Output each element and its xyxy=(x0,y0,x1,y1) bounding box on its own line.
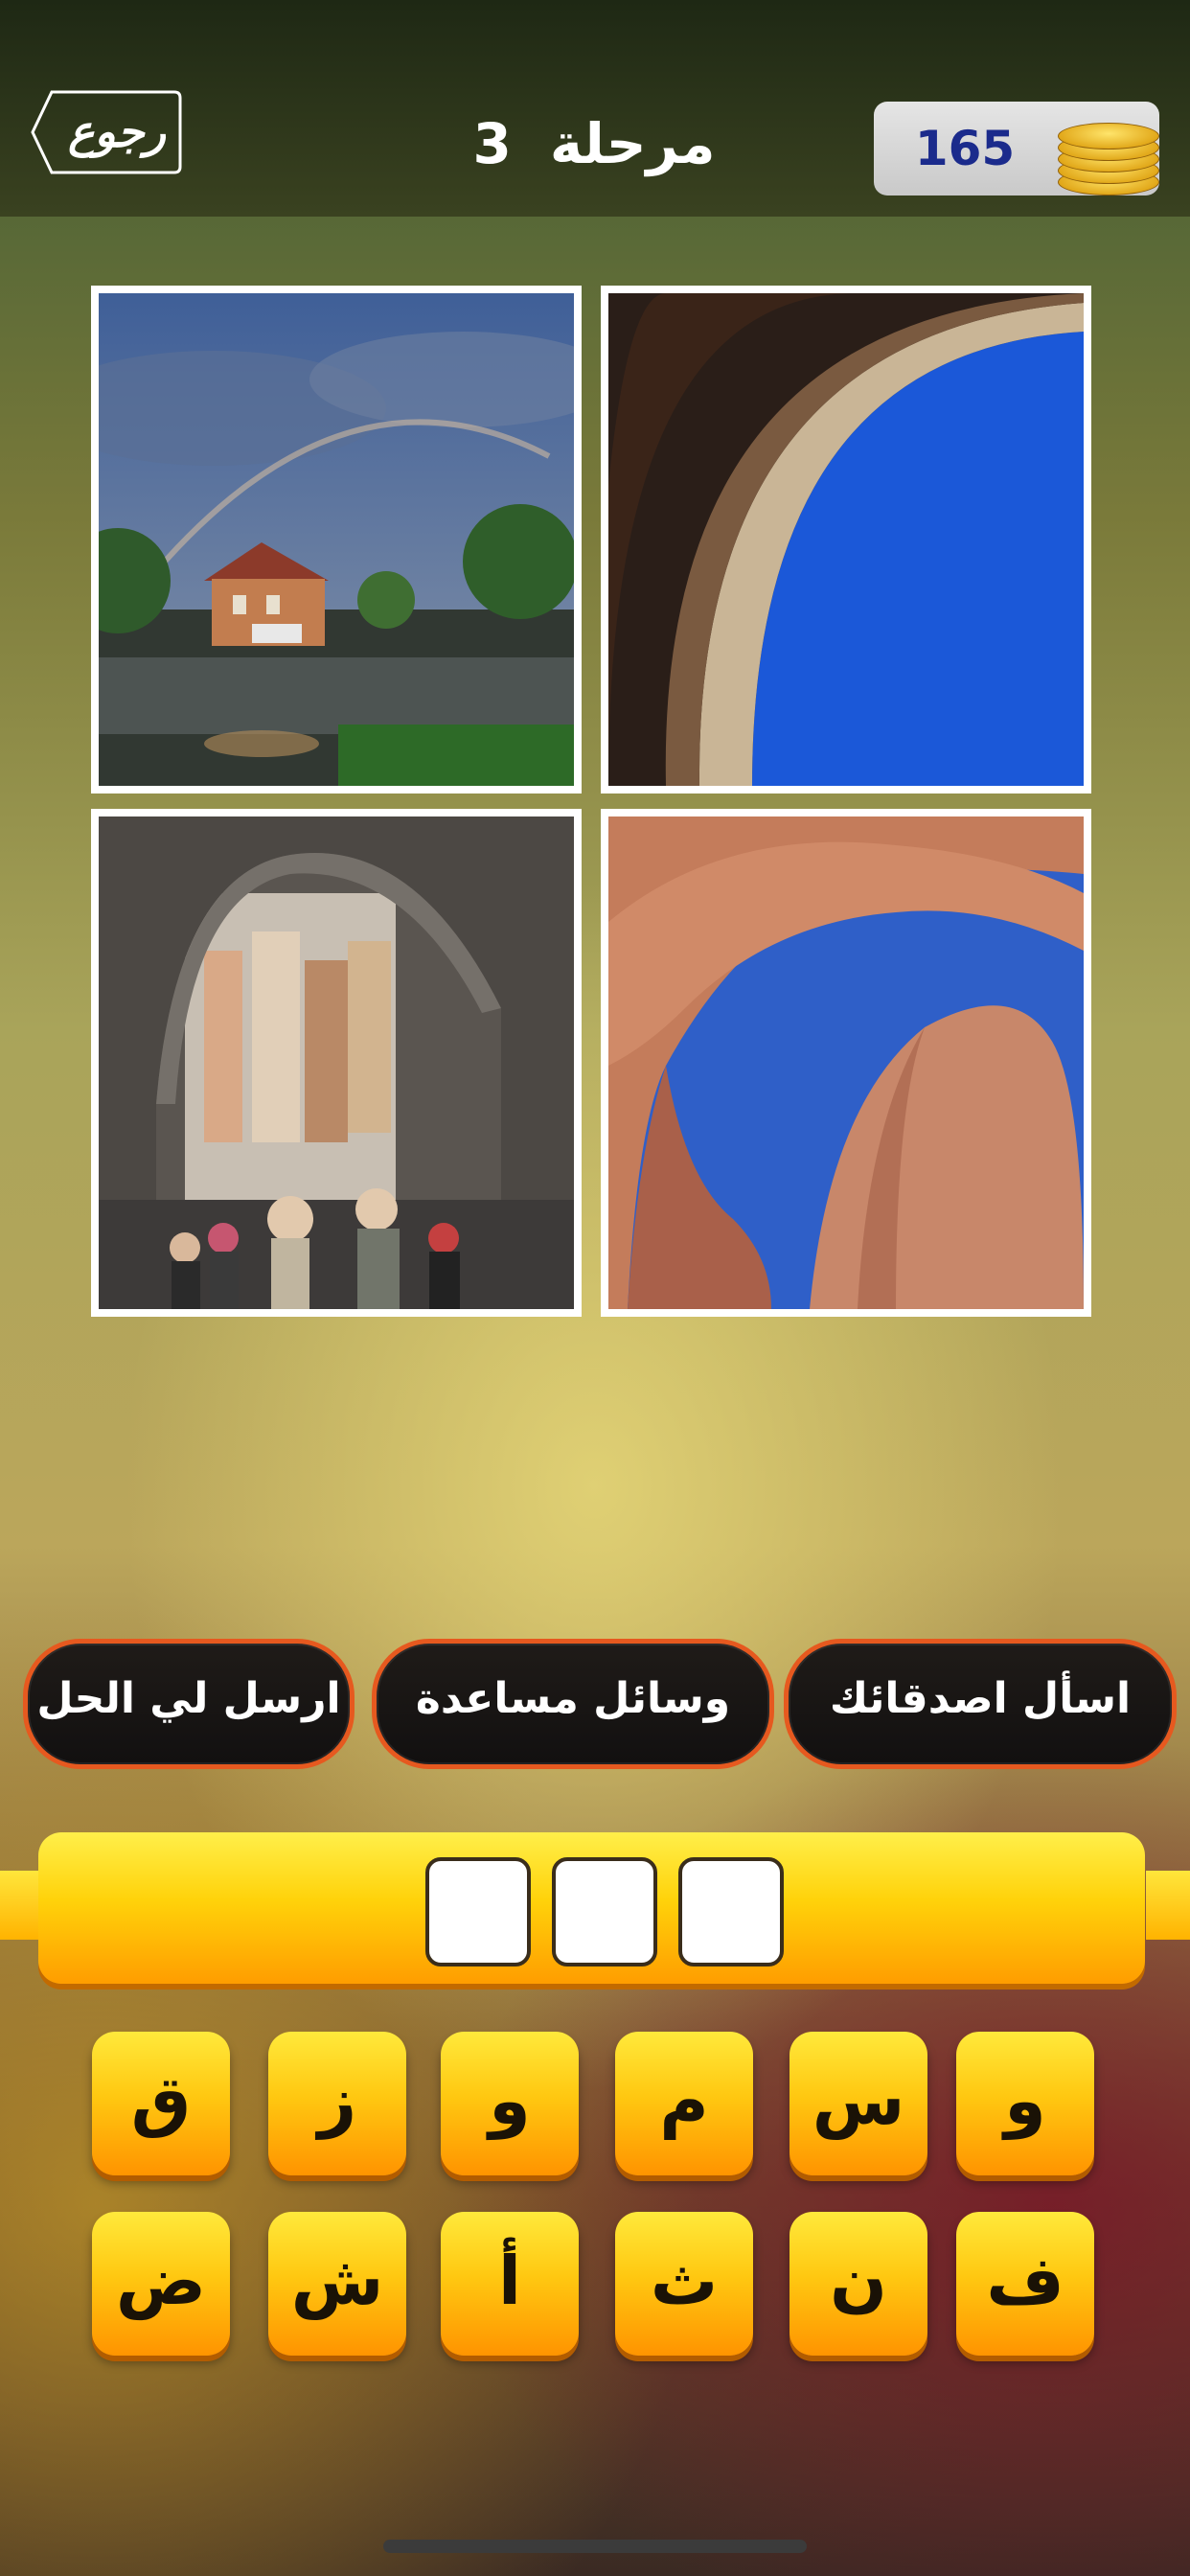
back-button[interactable]: رجوع xyxy=(29,88,184,176)
letter-key[interactable]: ف xyxy=(956,2212,1094,2356)
letter-key[interactable]: ض xyxy=(92,2212,230,2356)
ask-friends-button[interactable]: اسأل اصدقائك xyxy=(784,1639,1177,1769)
back-label: رجوع xyxy=(68,105,166,157)
home-indicator[interactable] xyxy=(383,2540,807,2553)
coins-counter[interactable]: 165 xyxy=(874,102,1159,196)
send-solution-button[interactable]: ارسل لي الحل xyxy=(23,1639,355,1769)
letter-key[interactable]: ن xyxy=(790,2212,927,2356)
letter-key[interactable]: ث xyxy=(615,2212,753,2356)
letter-key[interactable]: ش xyxy=(268,2212,406,2356)
letter-key[interactable]: س xyxy=(790,2032,927,2175)
letter-key[interactable]: ق xyxy=(92,2032,230,2175)
letter-key[interactable]: و xyxy=(956,2032,1094,2175)
rainbow-house-photo[interactable] xyxy=(91,286,582,794)
answer-slot[interactable] xyxy=(552,1857,657,1966)
letter-key[interactable]: م xyxy=(615,2032,753,2175)
coins-value: 165 xyxy=(914,121,1016,176)
letter-key[interactable]: أ xyxy=(441,2212,579,2356)
letter-key[interactable]: ز xyxy=(268,2032,406,2175)
top-bar: رجوع مرحلة 3 165 xyxy=(0,0,1190,217)
photo-grid xyxy=(91,286,1099,1317)
level-word: مرحلة xyxy=(549,111,716,176)
letter-key[interactable]: و xyxy=(441,2032,579,2175)
page-title: مرحلة 3 xyxy=(402,105,786,182)
answer-bar-right-tab xyxy=(1146,1871,1190,1940)
rock-arch-photo[interactable] xyxy=(601,809,1091,1317)
coins-stack-icon xyxy=(1052,113,1159,196)
street-archway-photo[interactable] xyxy=(91,809,582,1317)
arch-sky-photo[interactable] xyxy=(601,286,1091,794)
answer-slot[interactable] xyxy=(678,1857,784,1966)
answer-slot[interactable] xyxy=(425,1857,531,1966)
level-number: 3 xyxy=(472,111,512,176)
help-tools-button[interactable]: وسائل مساعدة xyxy=(372,1639,774,1769)
